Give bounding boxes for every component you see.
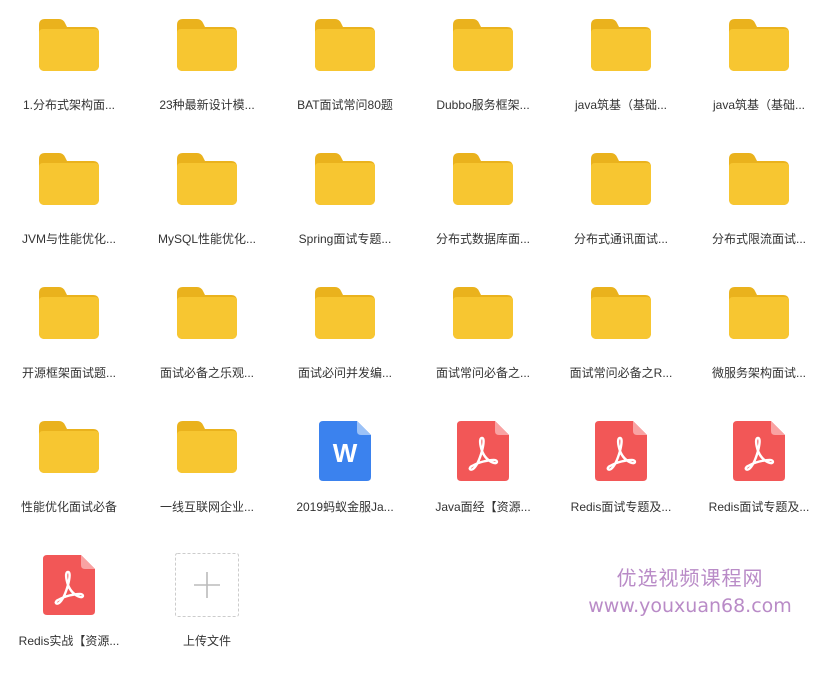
folder-icon	[690, 287, 821, 351]
plus-icon	[138, 553, 276, 617]
folder-item[interactable]: 性能优化面试必备	[0, 409, 138, 543]
folder-icon	[276, 153, 414, 217]
folder-item[interactable]: 面试必问并发编...	[276, 275, 414, 409]
folder-item[interactable]: 分布式通讯面试...	[552, 141, 690, 275]
folder-item[interactable]: java筑基（基础...	[690, 7, 821, 141]
item-label: Spring面试专题...	[298, 232, 392, 246]
item-label: 2019蚂蚁金服Ja...	[296, 500, 394, 514]
folder-item[interactable]: 1.分布式架构面...	[0, 7, 138, 141]
folder-icon	[552, 287, 690, 351]
item-label: 面试常问必备之R...	[569, 366, 673, 380]
folder-icon	[0, 19, 138, 83]
item-label: Redis实战【资源...	[18, 634, 120, 648]
item-label: 开源框架面试题...	[21, 366, 116, 380]
pdf-icon	[414, 421, 552, 485]
folder-icon	[0, 421, 138, 485]
file-item[interactable]: W 2019蚂蚁金服Ja...	[276, 409, 414, 543]
item-label: 分布式限流面试...	[711, 232, 806, 246]
svg-text:W: W	[333, 438, 358, 468]
folder-item[interactable]: 一线互联网企业...	[138, 409, 276, 543]
folder-item[interactable]: Spring面试专题...	[276, 141, 414, 275]
file-item[interactable]: Redis面试专题及...	[552, 409, 690, 543]
pdf-icon	[0, 555, 138, 619]
item-label: java筑基（基础...	[712, 98, 806, 112]
item-label: 微服务架构面试...	[711, 366, 806, 380]
folder-icon	[276, 19, 414, 83]
item-label: 1.分布式架构面...	[22, 98, 115, 112]
folder-icon	[138, 153, 276, 217]
item-label: BAT面试常问80题	[297, 98, 393, 112]
item-label: 性能优化面试必备	[20, 500, 117, 514]
folder-item[interactable]: 面试必备之乐观...	[138, 275, 276, 409]
folder-icon	[552, 153, 690, 217]
item-label: 一线互联网企业...	[159, 500, 254, 514]
folder-icon	[690, 19, 821, 83]
item-label: java筑基（基础...	[574, 98, 668, 112]
upload-file-button[interactable]: 上传文件	[138, 543, 276, 677]
item-label: Redis面试专题及...	[570, 500, 672, 514]
folder-icon	[138, 19, 276, 83]
folder-icon	[690, 153, 821, 217]
watermark: 优选视频课程网 www.youxuan68.com	[560, 562, 820, 617]
item-label: 23种最新设计模...	[159, 98, 255, 112]
watermark-chinese: 优选视频课程网	[616, 566, 764, 590]
folder-icon	[276, 287, 414, 351]
watermark-url: www.youxuan68.com	[588, 595, 792, 617]
file-item[interactable]: Redis面试专题及...	[690, 409, 821, 543]
item-label: 分布式通讯面试...	[573, 232, 668, 246]
word-document-icon: W	[276, 421, 414, 485]
item-label: JVM与性能优化...	[21, 232, 116, 246]
item-label: Dubbo服务框架...	[436, 98, 530, 112]
file-grid: 1.分布式架构面... 23种最新设计模... BAT面试常问80题 Dubbo服务框…	[0, 0, 821, 648]
folder-item[interactable]: 开源框架面试题...	[0, 275, 138, 409]
folder-item[interactable]: java筑基（基础...	[552, 7, 690, 141]
item-label: MySQL性能优化...	[157, 232, 256, 246]
folder-icon	[138, 287, 276, 351]
folder-item[interactable]: 分布式数据库面...	[414, 141, 552, 275]
folder-item[interactable]: JVM与性能优化...	[0, 141, 138, 275]
folder-item[interactable]: 面试常问必备之R...	[552, 275, 690, 409]
folder-icon	[0, 153, 138, 217]
folder-icon	[414, 153, 552, 217]
folder-icon	[414, 19, 552, 83]
pdf-icon	[552, 421, 690, 485]
folder-item[interactable]: 微服务架构面试...	[690, 275, 821, 409]
file-item[interactable]: Redis实战【资源...	[0, 543, 138, 677]
folder-item[interactable]: Dubbo服务框架...	[414, 7, 552, 141]
item-label: 分布式数据库面...	[435, 232, 530, 246]
file-item[interactable]: Java面经【资源...	[414, 409, 552, 543]
folder-icon	[138, 421, 276, 485]
folder-icon	[552, 19, 690, 83]
item-label: 面试必问并发编...	[297, 366, 392, 380]
folder-icon	[414, 287, 552, 351]
item-label: 上传文件	[182, 634, 231, 648]
item-label: 面试常问必备之...	[435, 366, 530, 380]
folder-icon	[0, 287, 138, 351]
item-label: 面试必备之乐观...	[159, 366, 254, 380]
folder-item[interactable]: 23种最新设计模...	[138, 7, 276, 141]
pdf-icon	[690, 421, 821, 485]
folder-item[interactable]: 分布式限流面试...	[690, 141, 821, 275]
folder-item[interactable]: BAT面试常问80题	[276, 7, 414, 141]
item-label: Java面经【资源...	[435, 500, 531, 514]
item-label: Redis面试专题及...	[708, 500, 810, 514]
folder-item[interactable]: 面试常问必备之...	[414, 275, 552, 409]
folder-item[interactable]: MySQL性能优化...	[138, 141, 276, 275]
